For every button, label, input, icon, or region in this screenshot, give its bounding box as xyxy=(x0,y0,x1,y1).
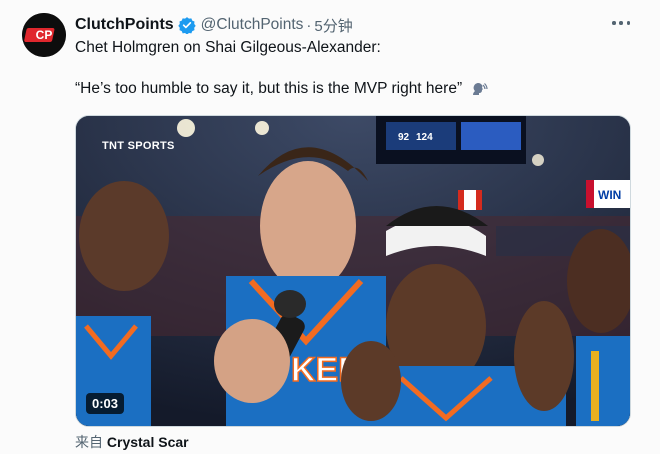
arena-scoreboard: 92 124 xyxy=(376,116,526,164)
tweet-header: ClutchPoints @ClutchPoints · 5分钟 xyxy=(75,14,353,36)
speaking-head-emoji-icon xyxy=(470,80,488,98)
broadcaster-logo: TNT SPORTS xyxy=(102,140,175,152)
source-label: 来自 Crystal Scar xyxy=(75,432,189,452)
video-player[interactable]: 92 124 WIN KER TNT SPORTS 0:03 xyxy=(75,115,631,427)
tweet-text-line-2: “He’s too humble to say it, but this is … xyxy=(75,80,488,98)
author-name[interactable]: ClutchPoints xyxy=(75,16,174,34)
source-prefix: 来自 xyxy=(75,434,103,450)
tweet-quote: “He’s too humble to say it, but this is … xyxy=(75,80,463,97)
svg-text:124: 124 xyxy=(416,132,433,143)
more-options-icon[interactable] xyxy=(612,14,630,32)
source-name[interactable]: Crystal Scar xyxy=(107,434,189,450)
svg-text:CP: CP xyxy=(36,28,53,42)
tweet-card[interactable]: CP ClutchPoints @ClutchPoints · 5分钟 Chet… xyxy=(0,0,660,454)
tweet-text-line-1: Chet Holmgren on Shai Gilgeous-Alexander… xyxy=(75,39,381,56)
video-frame: 92 124 WIN KER xyxy=(76,116,630,426)
author-avatar[interactable]: CP xyxy=(22,13,66,57)
video-timestamp: 0:03 xyxy=(86,393,125,414)
separator-dot: · xyxy=(306,16,312,34)
verified-badge-icon xyxy=(177,16,196,35)
svg-text:WIN: WIN xyxy=(598,188,621,202)
post-time[interactable]: 5分钟 xyxy=(314,15,352,36)
svg-text:92: 92 xyxy=(398,132,410,143)
author-handle[interactable]: @ClutchPoints xyxy=(201,16,304,34)
